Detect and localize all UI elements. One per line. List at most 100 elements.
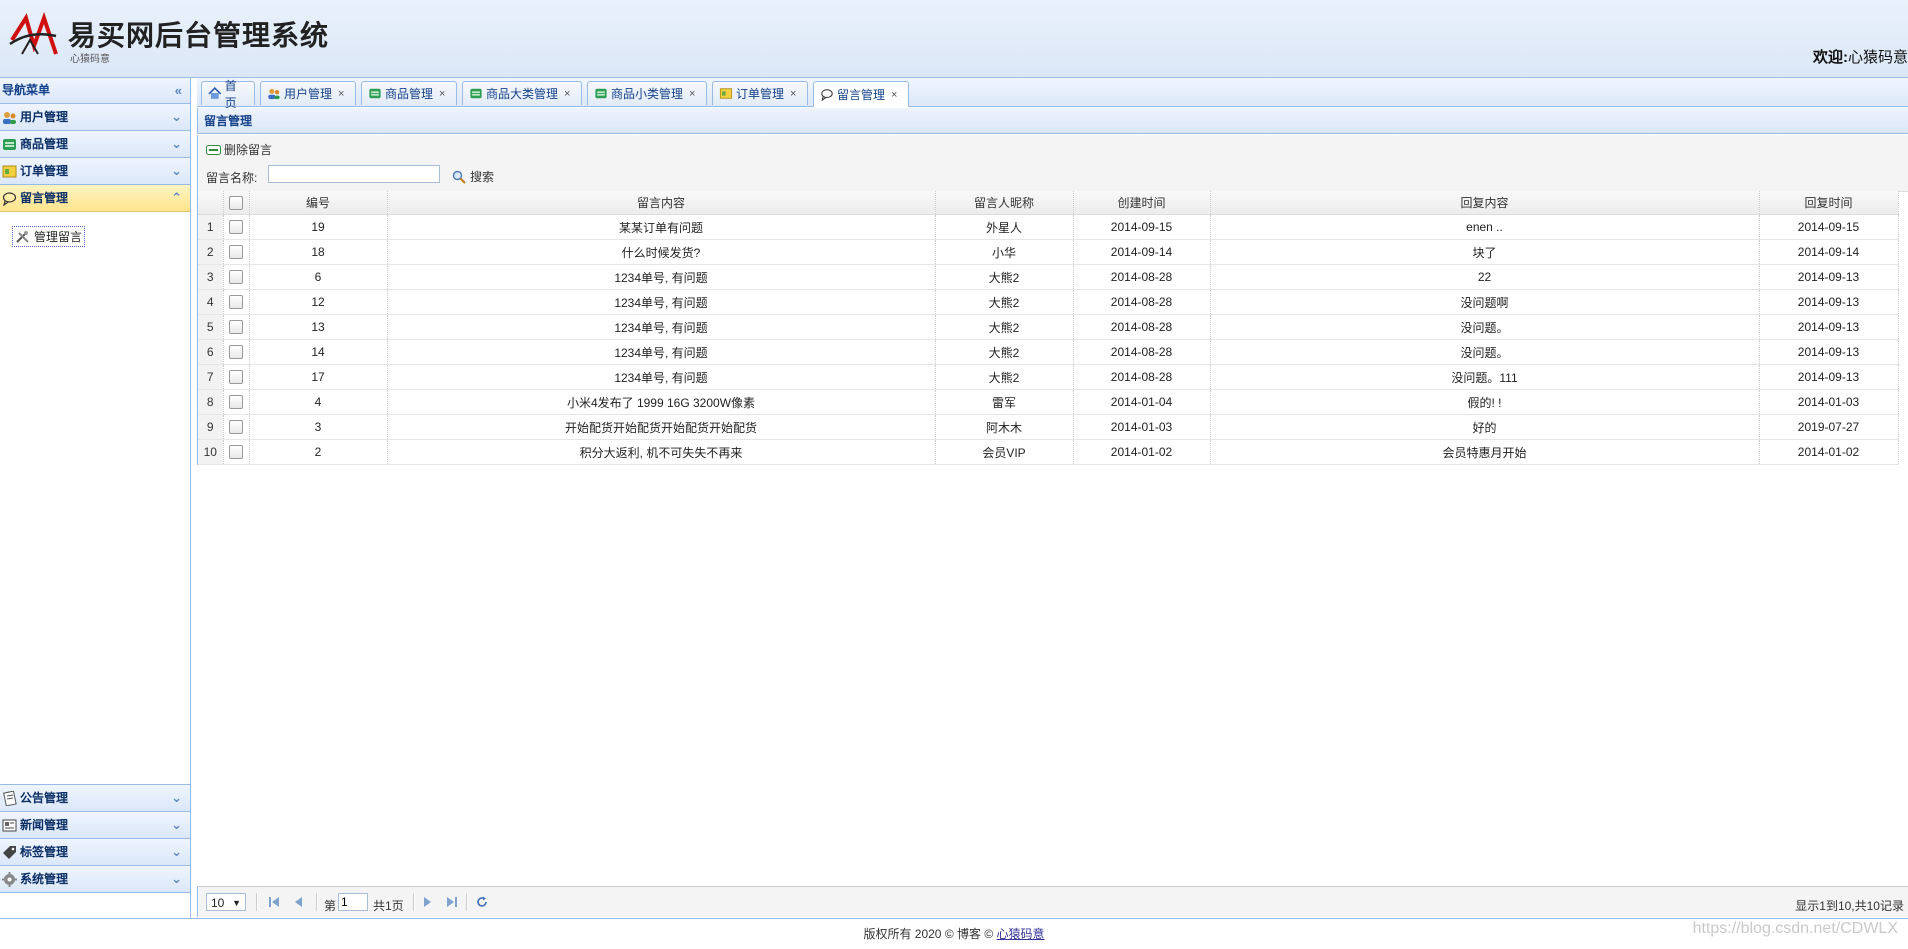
close-icon[interactable]: × bbox=[439, 88, 445, 100]
footer-link[interactable]: 心猿码意 bbox=[997, 927, 1045, 941]
tab-users[interactable]: 用户管理 × bbox=[260, 81, 356, 105]
reply-content-cell: 没问题啊 bbox=[1210, 289, 1760, 315]
row-checkbox[interactable] bbox=[229, 445, 243, 460]
grid-icon bbox=[470, 88, 482, 99]
tag-icon bbox=[3, 845, 16, 859]
sidebar-item-products[interactable]: 商品管理 ⌄ bbox=[0, 131, 190, 158]
select-all-checkbox[interactable] bbox=[229, 195, 243, 210]
column-header[interactable]: 留言内容 bbox=[387, 191, 936, 215]
chevron-down-icon: ⌄ bbox=[171, 109, 182, 124]
message-content-cell: 1234单号, 有问题 bbox=[387, 339, 936, 365]
logo-m-icon bbox=[9, 11, 58, 55]
table-row[interactable]: 5 13 1234单号, 有问题 大熊2 2014-08-28 没问题。 2014-09-1… bbox=[198, 314, 1899, 340]
row-select-cell bbox=[223, 414, 250, 440]
table-row[interactable]: 3 6 1234单号, 有问题 大熊2 2014-08-28 22 2014-09-13 bbox=[198, 264, 1899, 290]
refresh-icon[interactable] bbox=[476, 896, 488, 908]
row-checkbox[interactable] bbox=[229, 245, 243, 260]
column-header[interactable]: 回复内容 bbox=[1210, 191, 1760, 215]
search-input[interactable] bbox=[268, 165, 440, 183]
footer-copyright: 版权所有 2020 © 博客 © bbox=[863, 927, 997, 941]
next-page-icon[interactable] bbox=[422, 896, 434, 908]
table-row[interactable]: 2 18 什么时候发货? 小华 2014-09-14 块了 2014-09-14 bbox=[198, 239, 1899, 265]
close-icon[interactable]: × bbox=[338, 88, 344, 100]
row-number: 10 bbox=[198, 439, 224, 465]
row-number: 8 bbox=[198, 389, 224, 415]
table-row[interactable]: 9 3 开始配货开始配货开始配货开始配货 阿木木 2014-01-03 好的 2019-07… bbox=[198, 414, 1899, 440]
author-nickname-cell: 大熊2 bbox=[935, 364, 1074, 390]
delete-message-label: 删除留言 bbox=[224, 143, 273, 157]
column-header[interactable]: 留言人昵称 bbox=[935, 191, 1074, 215]
reply-content-cell: enen .. bbox=[1210, 214, 1760, 240]
table-row[interactable]: 4 12 1234单号, 有问题 大熊2 2014-08-28 没问题啊 2014-09-1… bbox=[198, 289, 1899, 315]
sidebar-item-news[interactable]: 新闻管理 ⌄ bbox=[0, 812, 190, 839]
row-checkbox[interactable] bbox=[229, 395, 243, 410]
sidebar-item-system[interactable]: 系统管理 ⌄ bbox=[0, 866, 190, 893]
row-checkbox[interactable] bbox=[229, 370, 243, 385]
table-row[interactable]: 8 4 小米4发布了 1999 16G 3200W像素 雷军 2014-01-04 假的!… bbox=[198, 389, 1899, 415]
message-content-cell: 1234单号, 有问题 bbox=[387, 314, 936, 340]
sidebar-item-orders[interactable]: 订单管理 ⌄ bbox=[0, 158, 190, 185]
page-size-select[interactable]: 10 ▼ bbox=[206, 893, 246, 911]
sidebar-item-label: 标签管理 bbox=[20, 845, 69, 859]
row-checkbox[interactable] bbox=[229, 220, 243, 235]
author-nickname-cell: 外星人 bbox=[935, 214, 1074, 240]
message-id-cell: 4 bbox=[249, 389, 388, 415]
row-checkbox[interactable] bbox=[229, 270, 243, 285]
row-number: 1 bbox=[198, 214, 224, 240]
row-checkbox[interactable] bbox=[229, 345, 243, 360]
row-checkbox[interactable] bbox=[229, 320, 243, 335]
column-header[interactable]: 编号 bbox=[249, 191, 388, 215]
tab-messages[interactable]: 留言管理 × bbox=[813, 81, 909, 107]
created-date-cell: 2014-01-04 bbox=[1073, 389, 1211, 415]
table-row[interactable]: 7 17 1234单号, 有问题 大熊2 2014-08-28 没问题。111 2014-0… bbox=[198, 364, 1899, 390]
toolbar: 删除留言 留言名称: 搜索 bbox=[197, 135, 1908, 192]
tab-orders[interactable]: 订单管理 × bbox=[712, 81, 808, 105]
sidebar-heading: 导航菜单 « bbox=[0, 78, 190, 104]
reply-date-cell: 2014-09-13 bbox=[1759, 314, 1899, 340]
sidebar-item-users[interactable]: 用户管理 ⌄ bbox=[0, 104, 190, 131]
table-row[interactable]: 1 19 某某订单有问题 外星人 2014-09-15 enen .. 2014-09-15 bbox=[198, 214, 1899, 240]
row-checkbox[interactable] bbox=[229, 420, 243, 435]
close-icon[interactable]: × bbox=[564, 88, 570, 100]
sidebar-item-tags[interactable]: 标签管理 ⌄ bbox=[0, 839, 190, 866]
close-icon[interactable]: × bbox=[790, 88, 796, 100]
row-checkbox[interactable] bbox=[229, 295, 243, 310]
close-icon[interactable]: × bbox=[891, 89, 897, 101]
last-page-icon[interactable] bbox=[446, 896, 458, 908]
reply-content-cell: 好的 bbox=[1210, 414, 1760, 440]
panel-title: 留言管理 bbox=[197, 108, 1908, 134]
created-date-cell: 2014-08-28 bbox=[1073, 314, 1211, 340]
delete-message-button[interactable]: 删除留言 bbox=[206, 141, 272, 158]
users-icon bbox=[268, 88, 280, 100]
tab-product-categories[interactable]: 商品大类管理 × bbox=[462, 81, 582, 105]
search-button[interactable]: 搜索 bbox=[452, 168, 494, 185]
column-header[interactable]: 回复时间 bbox=[1759, 191, 1899, 215]
manage-messages-link[interactable]: 管理留言 bbox=[12, 226, 86, 247]
column-header[interactable]: 创建时间 bbox=[1073, 191, 1211, 215]
message-id-cell: 6 bbox=[249, 264, 388, 290]
table-row[interactable]: 6 14 1234单号, 有问题 大熊2 2014-08-28 没问题。 2014-09-1… bbox=[198, 339, 1899, 365]
notice-icon bbox=[3, 790, 17, 806]
sidebar-item-label: 公告管理 bbox=[20, 791, 69, 805]
tab-label: 首页 bbox=[224, 78, 237, 110]
close-icon[interactable]: × bbox=[689, 88, 695, 100]
double-chevron-left-icon[interactable]: « bbox=[175, 78, 182, 103]
chevron-down-icon: ⌄ bbox=[171, 136, 182, 151]
reply-date-cell: 2019-07-27 bbox=[1759, 414, 1899, 440]
reply-date-cell: 2014-09-13 bbox=[1759, 289, 1899, 315]
grid-icon bbox=[595, 88, 607, 99]
message-table: 编号 留言内容 留言人昵称 创建时间 回复内容 回复时间 1 19 某某订单有问题外… bbox=[197, 191, 1908, 465]
tab-products[interactable]: 商品管理 × bbox=[361, 81, 457, 105]
tab-home[interactable]: 首页 bbox=[201, 79, 255, 110]
tab-product-subcategories[interactable]: 商品小类管理 × bbox=[587, 81, 707, 105]
table-row[interactable]: 10 2 积分大返利, 机不可失失不再来 会员VIP 2014-01-02 会员特惠月开始… bbox=[198, 439, 1899, 465]
sidebar-item-notices[interactable]: 公告管理 ⌄ bbox=[0, 785, 190, 812]
page-number-input[interactable] bbox=[338, 893, 368, 911]
chevron-down-icon: ▼ bbox=[232, 898, 241, 908]
tab-label: 商品小类管理 bbox=[611, 87, 684, 101]
sidebar-item-messages[interactable]: 留言管理 ⌃ bbox=[0, 185, 190, 212]
previous-page-icon[interactable] bbox=[292, 896, 304, 908]
users-icon bbox=[3, 111, 16, 124]
reply-content-cell: 会员特惠月开始 bbox=[1210, 439, 1760, 465]
first-page-icon[interactable] bbox=[268, 896, 280, 908]
